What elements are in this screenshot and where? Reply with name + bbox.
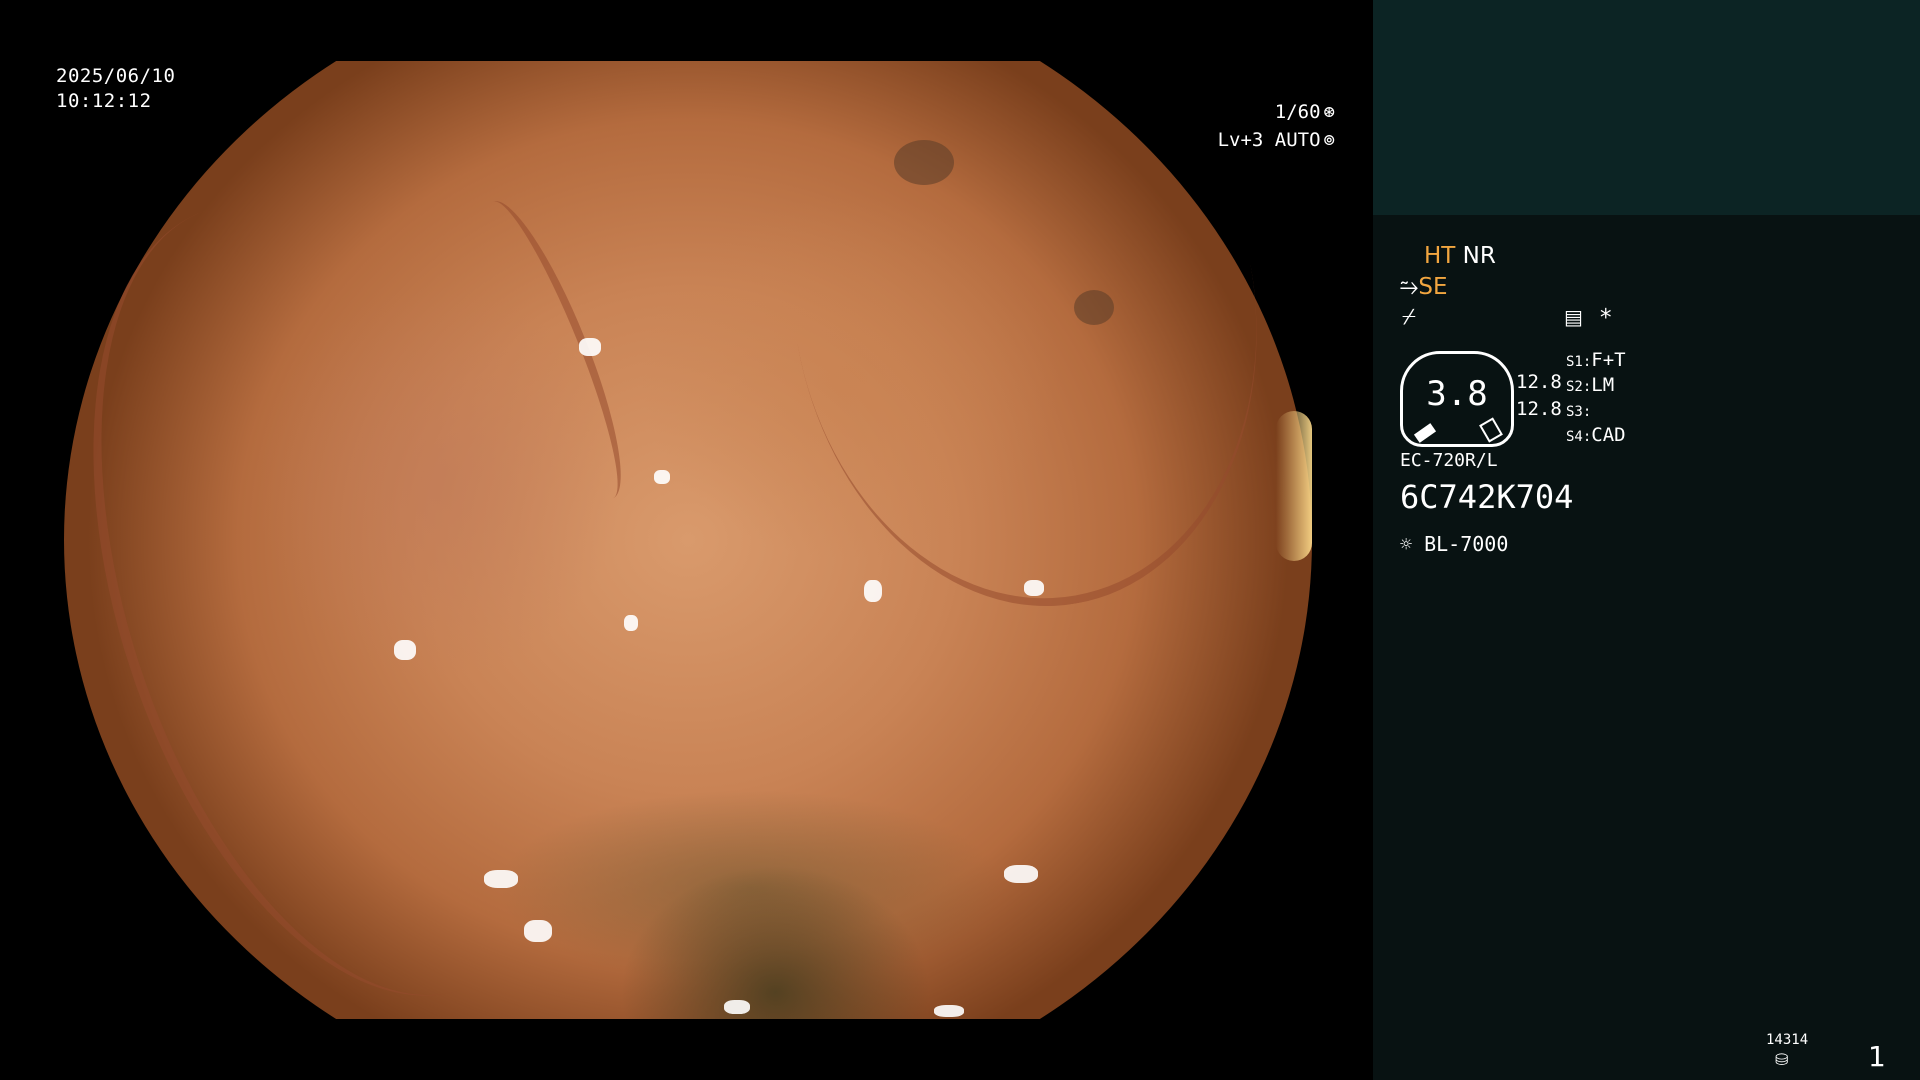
asterisk-indicator: * [1600,305,1612,331]
specular-highlight [484,870,518,888]
frame-counter: 14314 [1766,1032,1809,1048]
specular-highlight [1024,580,1044,596]
enhance-row: ⥲SE [1400,274,1448,300]
auto-iris-icon: ⊚ [1323,129,1335,151]
light-source-row: ☼ BL-7000 [1400,532,1508,556]
specular-highlight [1004,865,1038,883]
shadow-spot [1074,290,1114,325]
shutter-row: 1/60 ⊛ [1218,98,1335,126]
scope-model: EC-720R/L [1400,450,1498,471]
level-row: Lv+3 AUTO ⊚ [1218,126,1335,154]
switch-key: S4: [1566,429,1592,445]
patient-info-area [1373,0,1920,215]
light-source-icon: ☼ [1400,532,1413,556]
specular-highlight [724,1000,750,1014]
specular-highlight [864,580,882,602]
brightness-level: Lv+3 [1217,129,1264,151]
time-label: 10:12:12 [56,90,152,112]
scope-serial: 6C742K704 [1400,478,1574,516]
mucosa-view [64,61,1312,1019]
gauge-box-icon [1479,417,1503,443]
shutter-speed: 1/60 [1274,101,1321,123]
se-indicator: SE [1418,274,1448,300]
gauge-marker-icon [1413,423,1437,443]
endoscope-view: 2025/06/10 10:12:12 1/60 ⊛ Lv+3 AUTO ⊚ [0,0,1373,1080]
switch-value: CAD [1591,424,1626,446]
switch-key: S1: [1566,354,1592,370]
iris-mode: AUTO [1274,129,1321,151]
switch-row: S3: [1566,399,1591,421]
exposure-readout: 1/60 ⊛ Lv+3 AUTO ⊚ [1218,98,1335,154]
specular-highlight [579,338,601,356]
gauge-side-top: 12.8 [1516,371,1562,393]
ht-indicator: HT [1424,243,1456,269]
endoscopic-image [64,61,1312,1019]
aperture-icon: ⊛ [1323,101,1335,123]
light-flare [1276,411,1312,561]
switch-key: S3: [1566,404,1592,420]
specular-highlight [934,1005,964,1017]
specular-highlight [624,615,638,631]
storage-icon: ⛁ [1775,1050,1789,1069]
record-icon: ▤ [1564,305,1583,329]
switch-row: S1:F+T [1566,349,1626,371]
gauge-side-bottom: 12.8 [1516,398,1562,420]
gauge-value: 3.8 [1426,374,1488,414]
switch-row: S2:LM [1566,374,1614,396]
specular-highlight [394,640,416,660]
magnification-gauge: 3.8 [1400,351,1514,447]
enhance-icon: ⥲ [1400,274,1419,300]
switch-value: LM [1591,374,1615,396]
nr-indicator: NR [1462,243,1496,269]
light-source-label: BL-7000 [1424,532,1509,556]
image-mode-row: HT NR [1424,243,1496,269]
date-label: 2025/06/10 [56,65,176,87]
switch-key: S2: [1566,379,1592,395]
switch-row: S4:CAD [1566,424,1626,446]
specular-highlight [524,920,552,942]
structure-icon: ⌿ [1402,304,1416,330]
shadow-spot [894,140,954,185]
mucosal-fold [64,143,666,1019]
specular-highlight [654,470,670,484]
frame-number: 1 [1868,1040,1886,1073]
switch-value: F+T [1591,349,1626,371]
